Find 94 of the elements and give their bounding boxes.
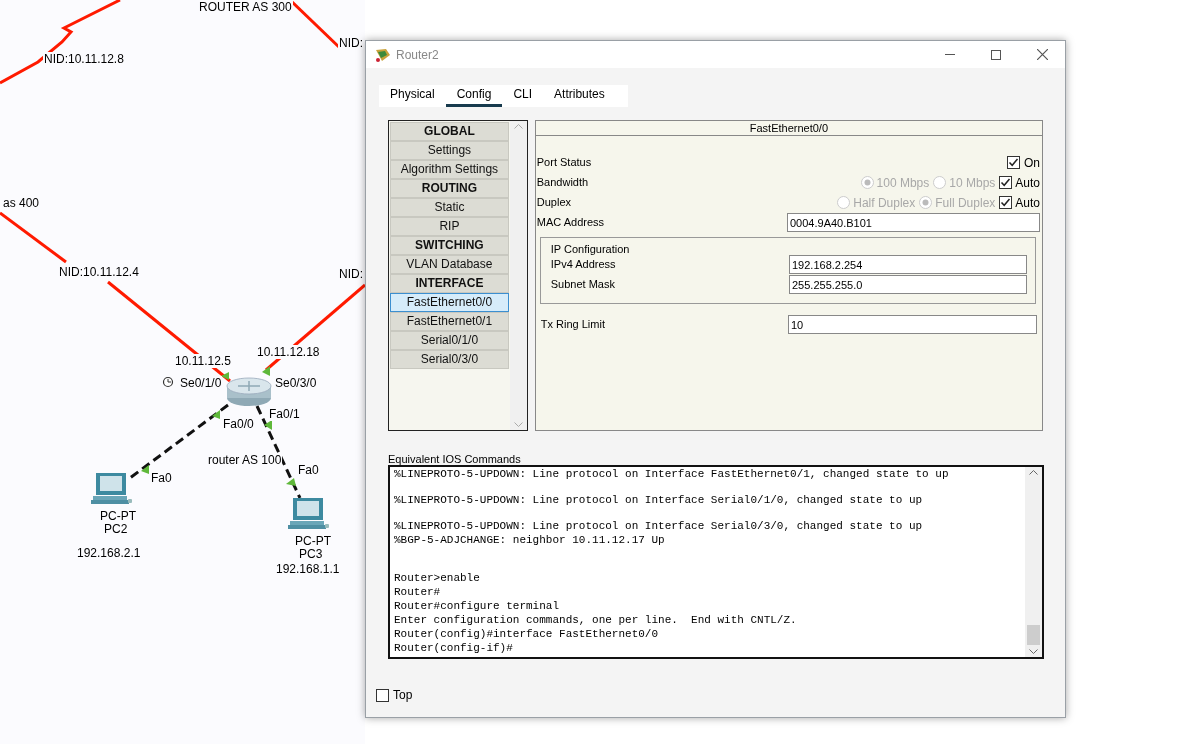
- network-label: 10.11.12.5: [174, 354, 232, 368]
- checkbox-label: Top: [393, 687, 413, 704]
- field-label: Tx Ring Limit: [540, 317, 605, 333]
- checkbox-label: Auto: [1015, 194, 1040, 212]
- field-label: Bandwidth: [536, 175, 589, 191]
- close-icon: [1036, 49, 1048, 60]
- console-line: %BGP-5-ADJCHANGE: neighbor 10.11.12.17 Up: [394, 532, 666, 547]
- group-title: IP Configuration: [550, 242, 631, 255]
- field-label: MAC Address: [536, 215, 605, 231]
- scroll-down-icon: [1029, 648, 1038, 654]
- network-label: NID:: [338, 36, 364, 50]
- minimize-icon: [945, 54, 955, 55]
- scrollbar[interactable]: [1025, 466, 1042, 657]
- console-line: %LINEPROTO-5-UPDOWN: Line protocol on Interface FastEthernet0/1, changed state to up: [394, 466, 950, 481]
- network-label: NID:: [338, 267, 364, 281]
- network-label: Fa0: [150, 471, 173, 485]
- sidebar-item[interactable]: FastEthernet0/0: [390, 292, 509, 312]
- router-app-icon: [374, 46, 392, 63]
- link-light-icon: [141, 465, 149, 474]
- network-label: 10.11.12.18: [256, 345, 321, 359]
- link-light-icon: [221, 372, 229, 380]
- scroll-up-icon: [1029, 469, 1038, 475]
- network-label: router AS 100: [207, 453, 283, 467]
- input-field[interactable]: 0004.9A40.B101: [787, 213, 1040, 232]
- network-label: NID:10.11.12.8: [43, 52, 125, 66]
- window-title: Router2: [396, 46, 439, 64]
- device-type-label: PC-PT: [100, 510, 136, 523]
- checkbox[interactable]: [1007, 156, 1020, 169]
- sidebar-header[interactable]: GLOBAL: [390, 121, 509, 141]
- scrollbar[interactable]: [509, 120, 527, 430]
- sidebar-item[interactable]: Serial0/3/0: [390, 349, 509, 369]
- input-field[interactable]: 10: [788, 315, 1037, 334]
- device-name-label: PC2: [104, 523, 128, 536]
- router-icon[interactable]: [226, 377, 272, 407]
- computer-icon[interactable]: [90, 472, 133, 506]
- network-label: ROUTER AS 300: [198, 0, 293, 14]
- console-line: %LINEPROTO-5-UPDOWN: Line protocol on Interface Serial0/1/0, changed state to up: [394, 492, 924, 507]
- radio-label: 100 Mbps: [876, 174, 930, 192]
- radio-label: 10 Mbps: [949, 174, 996, 192]
- scroll-down-icon: [513, 421, 523, 427]
- panel-title: FastEthernet0/0: [535, 120, 1042, 136]
- sidebar-header[interactable]: INTERFACE: [390, 273, 509, 293]
- sidebar-item[interactable]: Settings: [390, 140, 509, 160]
- tab[interactable]: Config: [445, 84, 503, 107]
- sidebar-item[interactable]: RIP: [390, 216, 509, 236]
- field-label: Duplex: [536, 195, 572, 211]
- device-type-label: PC-PT: [295, 535, 331, 548]
- link-light-icon: [286, 478, 296, 486]
- scroll-up-icon: [513, 123, 523, 129]
- computer-icon[interactable]: [287, 497, 330, 531]
- checkbox-label: Auto: [1015, 174, 1040, 192]
- console-line: Router#configure terminal: [394, 598, 561, 613]
- console-line: Enter configuration commands, one per line. End with CNTL/Z.: [394, 612, 798, 627]
- console-line: Router>enable: [394, 570, 481, 585]
- maximize-icon: [991, 49, 1001, 60]
- sidebar-item[interactable]: Algorithm Settings: [390, 159, 509, 179]
- console-line: %LINEPROTO-5-UPDOWN: Line protocol on Interface Serial0/3/0, changed state to up: [394, 518, 924, 533]
- sidebar-item[interactable]: VLAN Database: [390, 254, 509, 274]
- sidebar-item[interactable]: Static: [390, 197, 509, 217]
- link-light-icon: [262, 366, 270, 376]
- network-label: Fa0: [297, 463, 320, 477]
- sidebar-item[interactable]: Serial0/1/0: [390, 330, 509, 350]
- checkbox[interactable]: [376, 688, 389, 702]
- input-field[interactable]: 255.255.255.0: [789, 275, 1027, 294]
- scroll-thumb[interactable]: [1027, 624, 1040, 645]
- radio-label: Half Duplex: [853, 194, 916, 212]
- tab[interactable]: CLI: [502, 84, 544, 107]
- console-line: Router#: [394, 584, 442, 599]
- input-field[interactable]: 192.168.2.254: [789, 255, 1027, 274]
- link-light-icon: [212, 410, 220, 419]
- radio-label: Full Duplex: [935, 194, 996, 212]
- field-label: Subnet Mask: [550, 277, 615, 293]
- sidebar-item[interactable]: FastEthernet0/1: [390, 311, 509, 331]
- sidebar-header[interactable]: SWITCHING: [390, 235, 509, 255]
- network-label: Se0/3/0: [274, 376, 318, 390]
- sidebar-header[interactable]: ROUTING: [390, 178, 509, 198]
- console-line: Router(config)#interface FastEthernet0/0: [394, 626, 660, 641]
- section-label: Equivalent IOS Commands: [388, 452, 522, 465]
- network-label: Fa0/0: [222, 417, 255, 431]
- tab[interactable]: Attributes: [543, 84, 616, 107]
- network-label: NID:10.11.12.4: [58, 265, 140, 279]
- network-label: 192.168.1.1: [275, 562, 341, 576]
- tab[interactable]: Physical: [379, 84, 446, 107]
- network-label: as 400: [2, 196, 41, 210]
- network-label: Se0/1/0: [179, 376, 223, 390]
- clock-icon: [162, 376, 174, 388]
- network-label: Fa0/1: [268, 407, 301, 421]
- network-label: 192.168.2.1: [76, 546, 142, 560]
- field-label: IPv4 Address: [550, 257, 616, 273]
- link-light-icon: [264, 420, 272, 430]
- device-name-label: PC3: [299, 548, 323, 561]
- checkbox-label: On: [1024, 154, 1040, 172]
- console-line: Router(config-if)#: [394, 640, 514, 655]
- field-label: Port Status: [536, 155, 592, 171]
